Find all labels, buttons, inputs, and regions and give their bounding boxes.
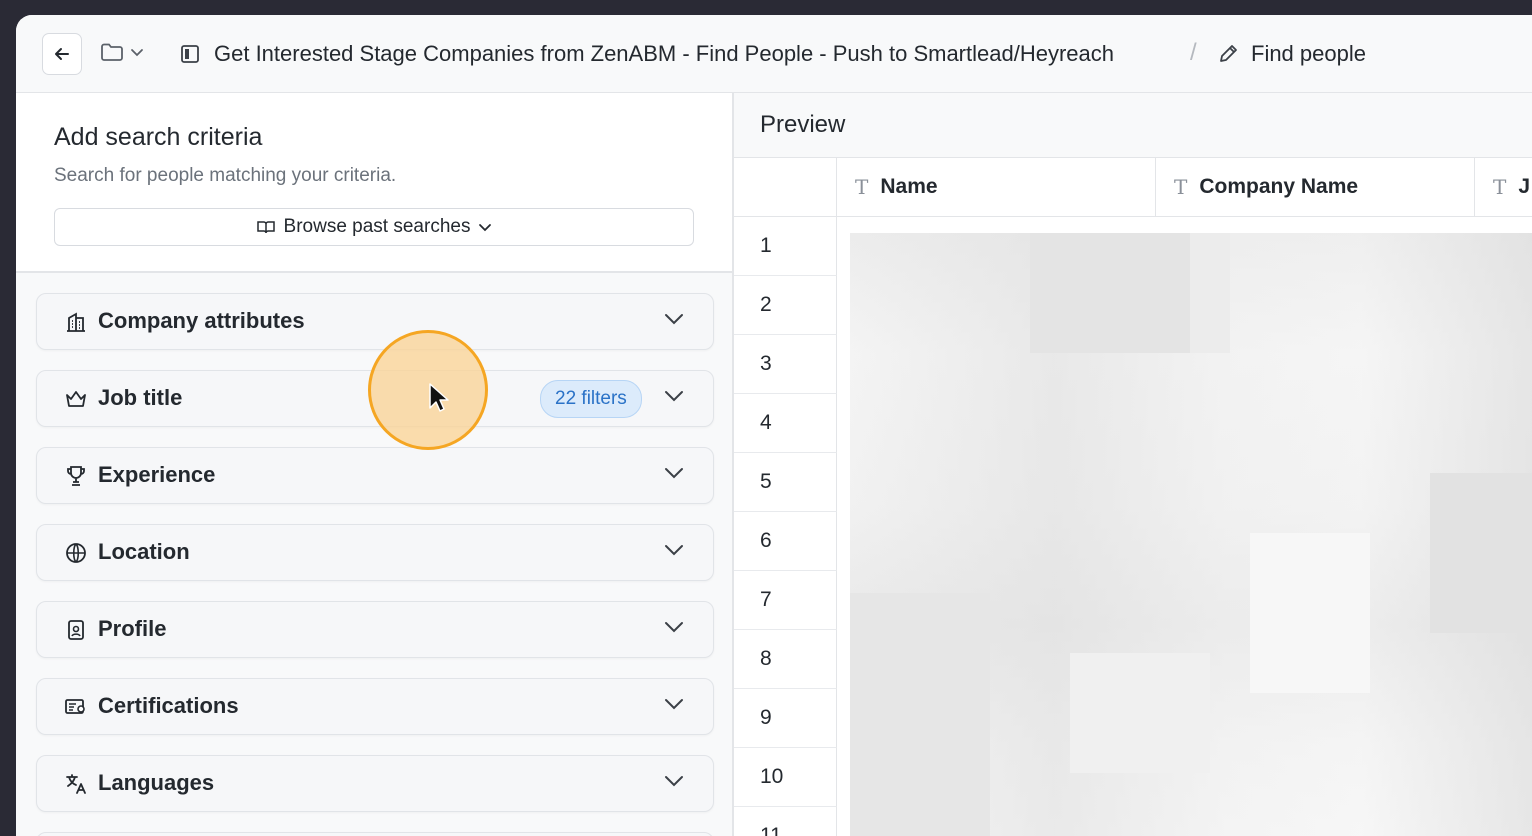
folder-dropdown[interactable]: [100, 42, 144, 62]
mouse-pointer-icon: [429, 383, 449, 412]
row-number: 4: [760, 411, 772, 434]
chevron-down-icon: [665, 699, 683, 710]
column-header-company-name[interactable]: T Company Name: [1156, 158, 1475, 217]
row-number: 5: [760, 470, 772, 493]
table-row[interactable]: 5: [734, 453, 837, 512]
row-index-header: [734, 158, 837, 217]
table-row[interactable]: 10: [734, 748, 837, 807]
row-number: 2: [760, 293, 772, 316]
section-experience[interactable]: Experience: [36, 447, 714, 504]
chevron-down-icon: [665, 468, 683, 479]
row-number: 1: [760, 234, 772, 257]
section-profile[interactable]: Profile: [36, 601, 714, 658]
column-name: Company Name: [1199, 175, 1359, 198]
criteria-header: Add search criteria Search for people ma…: [16, 93, 732, 273]
back-button[interactable]: [42, 33, 82, 75]
globe-icon: [66, 543, 86, 563]
certificate-icon: [65, 699, 85, 714]
table-row[interactable]: 3: [734, 335, 837, 394]
search-criteria-panel: Add search criteria Search for people ma…: [16, 93, 734, 836]
text-type-icon: T: [1174, 175, 1188, 199]
chevron-down-icon: [665, 622, 683, 633]
column-header-name[interactable]: T Name: [837, 158, 1156, 217]
row-number: 10: [760, 765, 784, 788]
section-more[interactable]: [36, 832, 714, 836]
column-header-job[interactable]: T J: [1475, 158, 1532, 217]
row-number: 9: [760, 706, 772, 729]
breadcrumb-current[interactable]: Find people: [1251, 41, 1366, 67]
criteria-title: Add search criteria: [54, 123, 263, 151]
row-number: 11: [760, 824, 782, 836]
section-label: Location: [98, 539, 190, 564]
row-number: 6: [760, 529, 772, 552]
table-row[interactable]: 7: [734, 571, 837, 630]
breadcrumb-workflow[interactable]: Get Interested Stage Companies from ZenA…: [214, 41, 1114, 67]
text-type-icon: T: [1493, 175, 1507, 199]
text-type-icon: T: [855, 175, 869, 199]
chevron-down-icon: [665, 391, 683, 402]
app-window: Get Interested Stage Companies from ZenA…: [16, 15, 1532, 836]
row-number: 3: [760, 352, 772, 375]
row-number: 7: [760, 588, 772, 611]
trophy-icon: [67, 466, 85, 486]
preview-title: Preview: [760, 111, 846, 138]
preview-panel: Preview T Name T Company Name T J 1 2 3 …: [734, 93, 1532, 836]
crown-icon: [66, 391, 86, 407]
section-company-attributes[interactable]: Company attributes: [36, 293, 714, 350]
section-label: Languages: [98, 770, 215, 795]
table-row[interactable]: 9: [734, 689, 837, 748]
chevron-down-icon: [665, 776, 683, 787]
table-row[interactable]: 8: [734, 630, 837, 689]
breadcrumb-separator: /: [1190, 39, 1197, 66]
column-name: J: [1518, 175, 1531, 198]
preview-header: Preview: [734, 93, 1532, 158]
section-label: Company attributes: [98, 308, 305, 333]
browse-past-searches-button[interactable]: Browse past searches: [54, 208, 694, 246]
table-row[interactable]: 4: [734, 394, 837, 453]
building-icon: [67, 312, 85, 332]
section-label: Certifications: [98, 693, 239, 718]
document-icon: [181, 45, 199, 63]
top-bar: Get Interested Stage Companies from ZenA…: [16, 15, 1532, 93]
criteria-subtitle: Search for people matching your criteria…: [54, 165, 397, 186]
translate-icon: [66, 774, 86, 794]
browse-label: Browse past searches: [283, 216, 471, 237]
chevron-down-icon: [665, 545, 683, 556]
chevron-down-icon: [131, 49, 143, 57]
section-location[interactable]: Location: [36, 524, 714, 581]
table-row[interactable]: 2: [734, 276, 837, 335]
table-row[interactable]: 11: [734, 807, 837, 836]
chevron-down-icon: [479, 224, 492, 232]
book-open-icon: [256, 221, 275, 234]
table-row[interactable]: 6: [734, 512, 837, 571]
pencil-icon: [1220, 45, 1237, 62]
section-label: Job title: [98, 385, 183, 410]
column-name: Name: [880, 175, 938, 198]
chevron-down-icon: [665, 314, 683, 325]
section-certifications[interactable]: Certifications: [36, 678, 714, 735]
id-badge-icon: [68, 620, 84, 640]
filter-count-badge: 22 filters: [540, 380, 642, 418]
arrow-left-icon: [55, 48, 69, 60]
section-label: Profile: [98, 616, 167, 641]
section-label: Experience: [98, 462, 216, 487]
section-languages[interactable]: Languages: [36, 755, 714, 812]
redacted-preview-data: [850, 233, 1532, 836]
row-number: 8: [760, 647, 772, 670]
folder-icon: [101, 43, 123, 61]
table-row[interactable]: 1: [734, 217, 837, 276]
